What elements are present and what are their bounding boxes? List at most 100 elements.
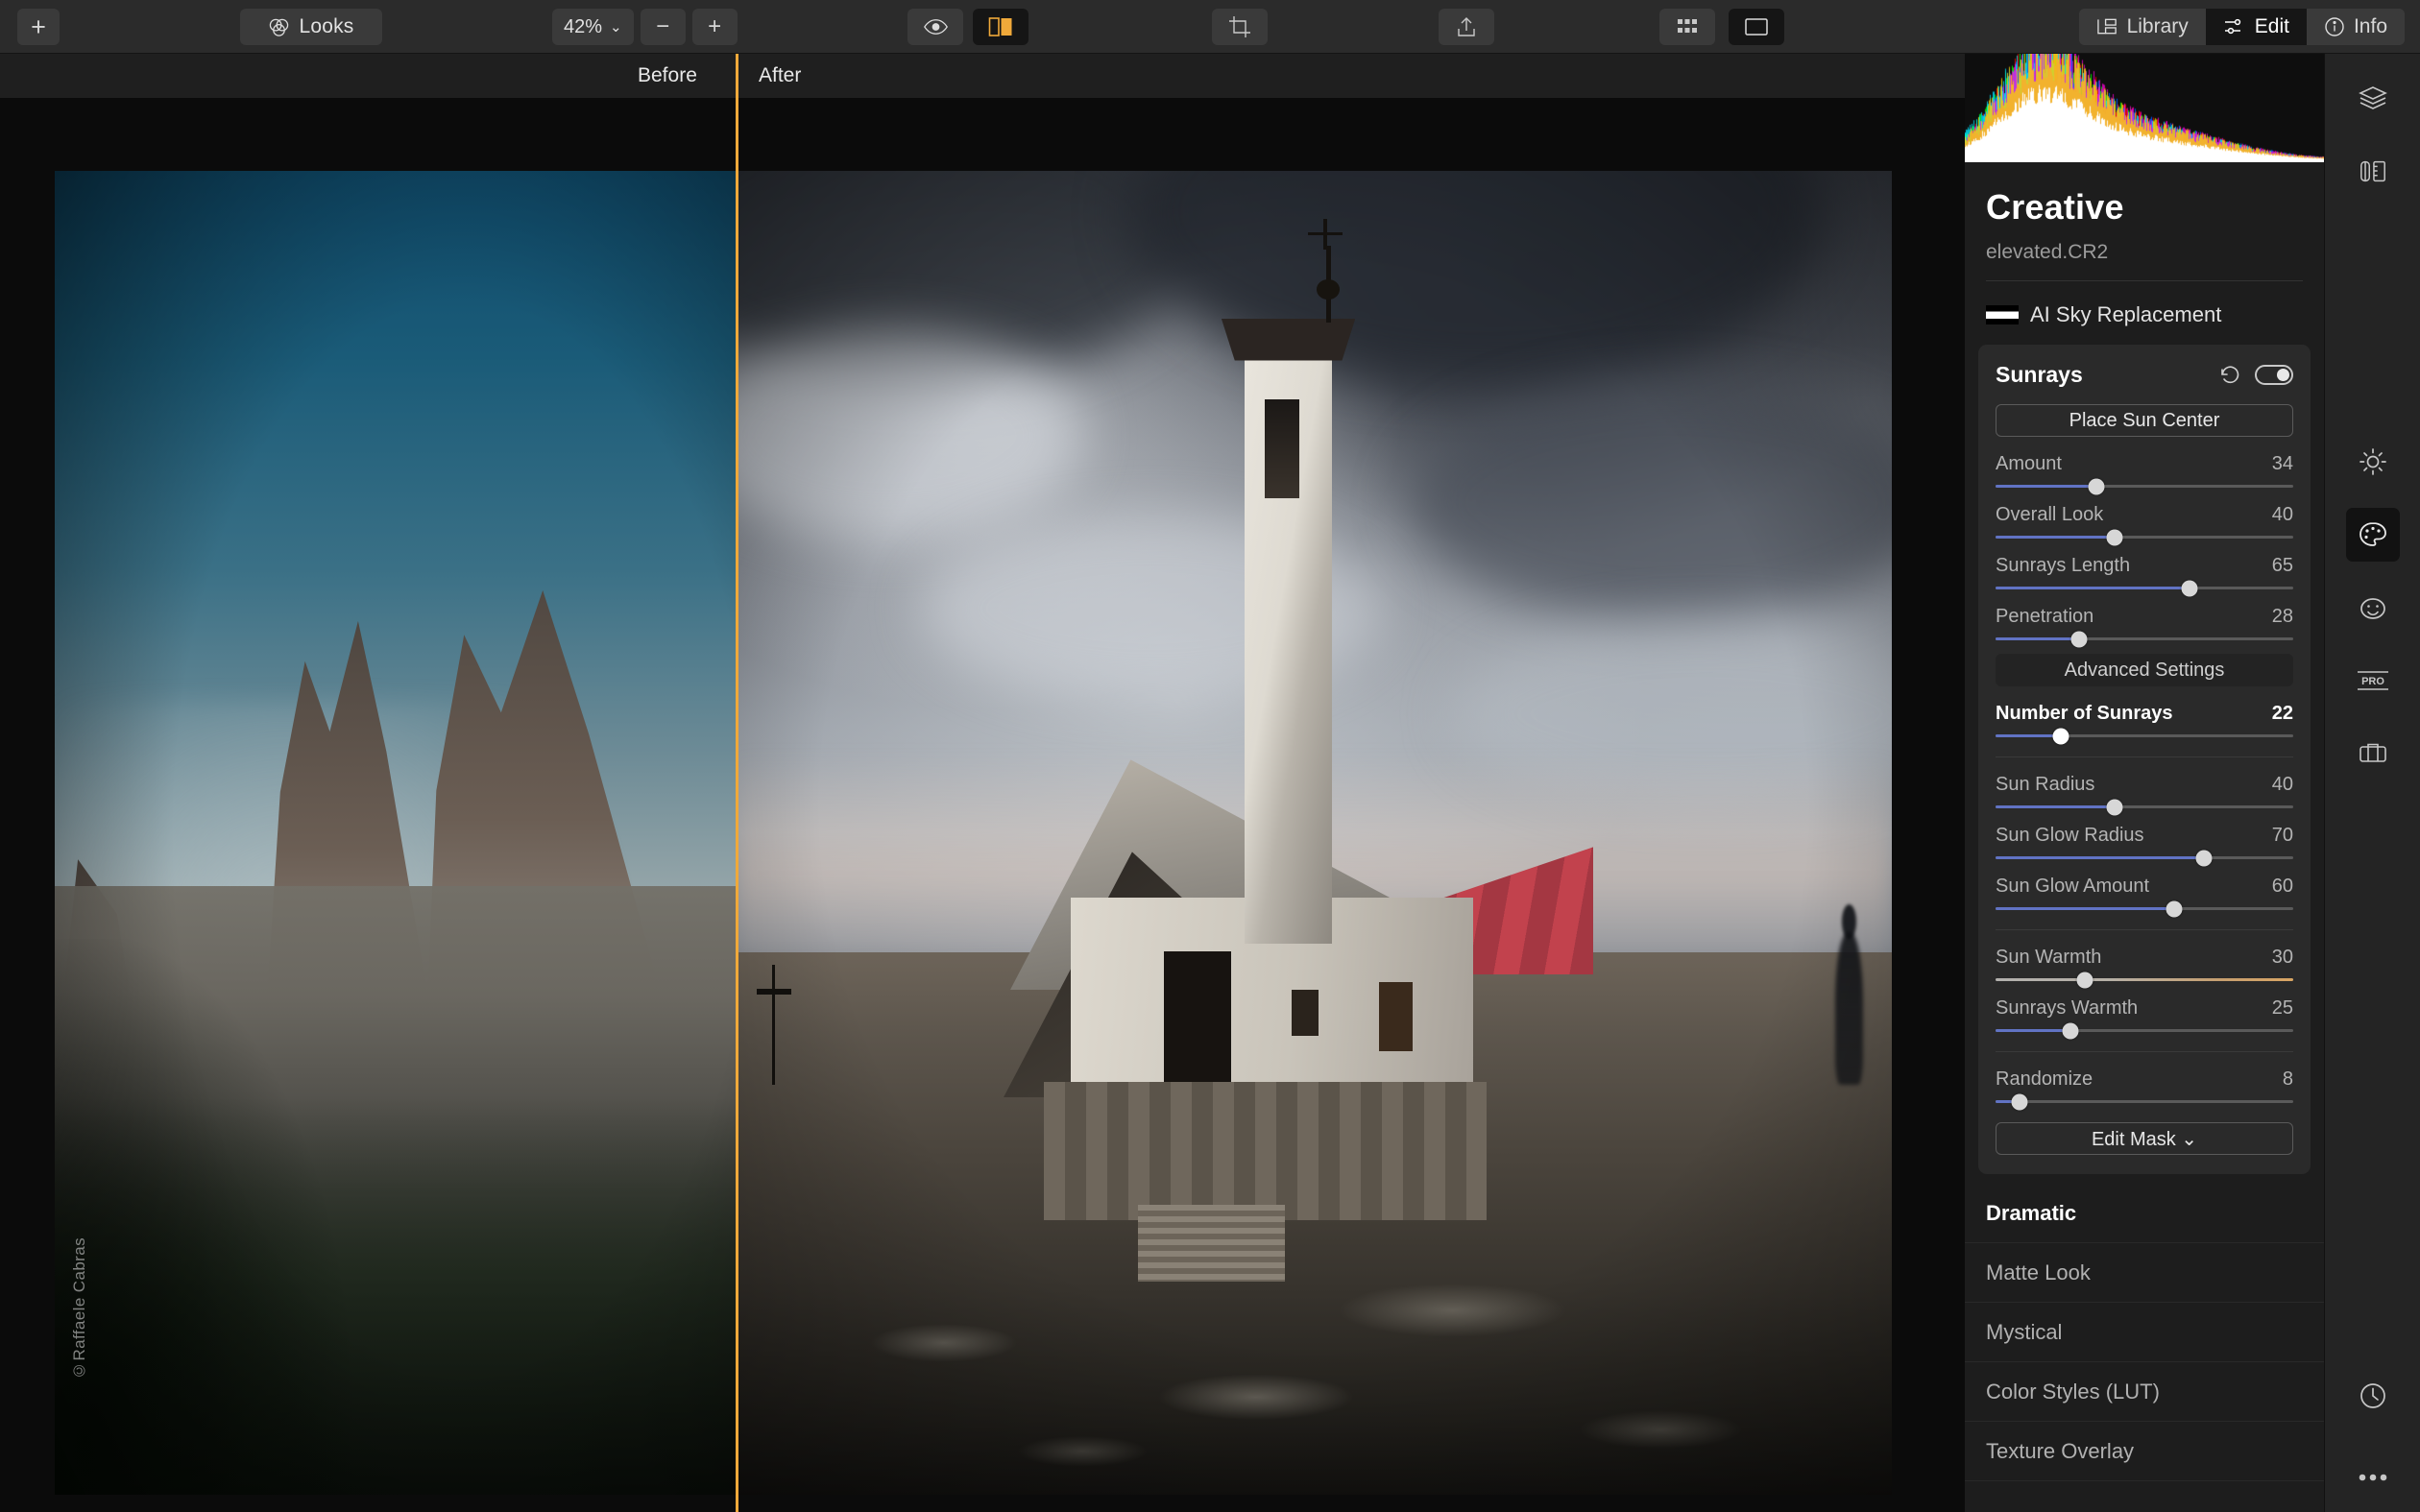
photo-preview[interactable]: ©Raffaele Cabras	[55, 171, 1892, 1495]
sunrays-sliders-group-1: Amount 34 Overall Look 40 Sunrays Length 65 Pe…	[1996, 453, 2293, 647]
slider-knob[interactable]	[2181, 580, 2197, 596]
compare-split-button[interactable]	[973, 9, 1028, 45]
slider-knob[interactable]	[2070, 631, 2088, 647]
preview-toggle-button[interactable]	[908, 9, 963, 45]
slider-track[interactable]	[1996, 728, 2293, 744]
tool-item-color-styles-lut-[interactable]: Color Styles (LUT)	[1965, 1362, 2324, 1422]
compare-divider-handle[interactable]	[736, 54, 738, 1512]
slider-sunrays-length[interactable]: Sunrays Length 65	[1996, 555, 2293, 596]
tool-item-texture-overlay[interactable]: Texture Overlay	[1965, 1422, 2324, 1481]
slider-knob[interactable]	[2076, 972, 2093, 988]
creative-palette-icon[interactable]	[2345, 508, 2400, 562]
slider-track[interactable]	[1996, 900, 2293, 917]
more-dots-icon[interactable]	[2346, 1451, 2400, 1504]
place-sun-center-button[interactable]: Place Sun Center	[1996, 404, 2293, 437]
slider-value: 65	[2271, 555, 2293, 576]
tool-item-matte-look[interactable]: Matte Look	[1965, 1243, 2324, 1303]
slider-label: Number of Sunrays	[1996, 703, 2173, 724]
share-button[interactable]	[1439, 9, 1494, 45]
ai-sky-replacement-row[interactable]: AI Sky Replacement	[1986, 299, 2324, 331]
histogram	[1965, 54, 2324, 162]
slider-knob[interactable]	[2062, 1022, 2078, 1039]
slider-track[interactable]	[1996, 631, 2293, 647]
slider-knob[interactable]	[2052, 728, 2069, 744]
divider	[1996, 929, 2293, 930]
tab-library-label: Library	[2126, 15, 2189, 37]
plus-icon: +	[31, 12, 46, 41]
essentials-sun-icon[interactable]	[2346, 435, 2400, 489]
slider-knob[interactable]	[2106, 529, 2123, 545]
tools-ruler-icon[interactable]	[2346, 144, 2400, 198]
slider-amount[interactable]: Amount 34	[1996, 453, 2293, 494]
zoom-in-button[interactable]: +	[691, 9, 738, 45]
looks-button[interactable]: Looks	[240, 9, 382, 45]
slider-label: Sun Radius	[1996, 774, 2095, 795]
slider-header: Penetration 28	[1996, 606, 2293, 628]
slider-track[interactable]	[1996, 1093, 2293, 1110]
toolkit-case-icon[interactable]	[2346, 726, 2400, 780]
sliders-icon	[2223, 17, 2246, 36]
slider-sun-radius[interactable]: Sun Radius 40	[1996, 774, 2293, 815]
add-button[interactable]: +	[17, 9, 60, 45]
pro-icon[interactable]: PRO	[2346, 654, 2400, 708]
slider-header: Sun Radius 40	[1996, 774, 2293, 796]
library-icon	[2096, 17, 2118, 36]
slider-knob[interactable]	[2088, 478, 2105, 494]
page-title: Creative	[1986, 187, 2124, 227]
portrait-face-icon[interactable]	[2346, 582, 2400, 636]
slider-sun-glow-radius[interactable]: Sun Glow Radius 70	[1996, 825, 2293, 866]
slider-knob[interactable]	[2166, 900, 2183, 917]
slider-track[interactable]	[1996, 580, 2293, 596]
slider-track[interactable]	[1996, 799, 2293, 815]
slider-knob[interactable]	[2106, 799, 2123, 815]
slider-header: Amount 34	[1996, 453, 2293, 475]
slider-track[interactable]	[1996, 478, 2293, 494]
slider-overall-look[interactable]: Overall Look 40	[1996, 504, 2293, 545]
sky-gradient-swatch-icon	[1986, 305, 2019, 324]
single-view-button[interactable]	[1729, 9, 1784, 45]
advanced-settings-button[interactable]: Advanced Settings	[1996, 654, 2293, 686]
slider-sunrays-warmth[interactable]: Sunrays Warmth 25	[1996, 997, 2293, 1039]
slider-knob[interactable]	[2195, 850, 2213, 866]
slider-penetration[interactable]: Penetration 28	[1996, 606, 2293, 647]
plus-icon: +	[708, 13, 722, 39]
slider-header: Sunrays Warmth 25	[1996, 997, 2293, 1020]
image-canvas[interactable]: ©Raffaele Cabras	[0, 98, 1965, 1512]
zoom-level-value: 42%	[564, 15, 603, 37]
crop-button[interactable]	[1212, 9, 1268, 45]
zoom-out-button[interactable]: −	[640, 9, 686, 45]
slider-label: Amount	[1996, 453, 2062, 474]
slider-knob[interactable]	[2011, 1093, 2028, 1110]
before-vignette	[55, 171, 736, 1495]
slider-track[interactable]	[1996, 850, 2293, 866]
view-mode-controls	[908, 9, 1028, 45]
photo-editor-window: + Looks 42% ⌄ − + Library Edit Info Befo…	[0, 0, 2420, 1512]
tab-edit[interactable]: Edit	[2205, 9, 2307, 45]
tab-info[interactable]: Info	[2306, 9, 2405, 45]
slider-label: Sunrays Warmth	[1996, 997, 2139, 1019]
tool-item-mystical[interactable]: Mystical	[1965, 1303, 2324, 1362]
reset-arrow-icon[interactable]	[2218, 365, 2241, 384]
divider	[1986, 280, 2303, 281]
slider-track[interactable]	[1996, 529, 2293, 545]
sunrays-enable-toggle[interactable]	[2255, 364, 2293, 385]
slider-track[interactable]	[1996, 972, 2293, 988]
slider-randomize[interactable]: Randomize 8	[1996, 1068, 2293, 1110]
zoom-level-dropdown[interactable]: 42% ⌄	[552, 9, 634, 45]
layers-icon[interactable]	[2346, 71, 2400, 125]
slider-label: Sun Glow Amount	[1996, 876, 2150, 897]
tool-item-dramatic[interactable]: Dramatic	[1965, 1184, 2324, 1243]
slider-track[interactable]	[1996, 1022, 2293, 1039]
grid-view-button[interactable]	[1659, 9, 1715, 45]
slider-fill	[1996, 856, 2204, 859]
slider-sun-glow-amount[interactable]: Sun Glow Amount 60	[1996, 876, 2293, 917]
slider-number-of-sunrays[interactable]: Number of Sunrays 22	[1996, 703, 2293, 744]
slider-header: Number of Sunrays 22	[1996, 703, 2293, 725]
slider-sun-warmth[interactable]: Sun Warmth 30	[1996, 947, 2293, 988]
tab-library[interactable]: Library	[2078, 9, 2206, 45]
sunrays-header: Sunrays	[1996, 358, 2293, 391]
edit-mask-button[interactable]: Edit Mask ⌄	[1996, 1122, 2293, 1155]
slider-fill	[1996, 805, 2115, 808]
slider-header: Randomize 8	[1996, 1068, 2293, 1091]
history-clock-icon[interactable]	[2346, 1369, 2400, 1423]
